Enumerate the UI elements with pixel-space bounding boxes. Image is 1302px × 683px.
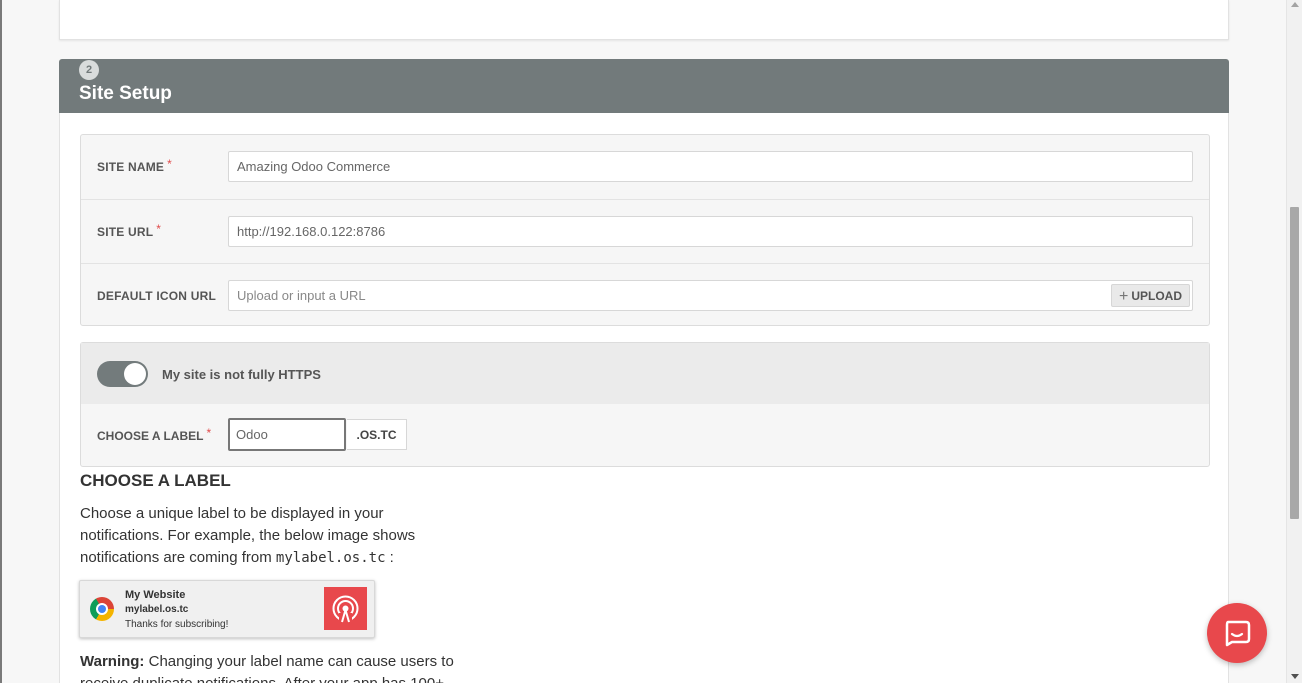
step-badge: 2 (79, 60, 99, 80)
warning-text: Warning: Changing your label name can ca… (80, 653, 454, 683)
site-setup-header: 2 Site Setup (59, 59, 1229, 113)
notification-domain: mylabel.os.tc (125, 604, 189, 615)
label-domain-suffix: .OS.TC (347, 419, 407, 450)
https-toggle-switch[interactable] (97, 361, 148, 387)
scroll-thumb[interactable] (1290, 207, 1299, 519)
upload-label: UPLOAD (1131, 289, 1182, 303)
vertical-scrollbar[interactable] (1286, 0, 1302, 683)
scroll-up-arrow-icon[interactable] (1291, 2, 1299, 7)
chrome-icon (90, 597, 114, 621)
example-notification: My Website mylabel.os.tc Thanks for subs… (79, 580, 375, 638)
warning-label: Warning: (80, 653, 145, 670)
label-input[interactable] (228, 418, 346, 451)
help-heading: CHOOSE A LABEL (80, 471, 231, 490)
https-toggle-label: My site is not fully HTTPS (162, 367, 321, 382)
toggle-knob (124, 363, 146, 385)
scroll-down-arrow-icon[interactable] (1291, 674, 1299, 679)
section-title: Site Setup (79, 83, 172, 104)
help-text: Choose a unique label to be displayed in… (80, 505, 416, 566)
site-url-input[interactable] (228, 216, 1193, 247)
required-marker: * (206, 426, 212, 440)
plus-icon: + (1118, 288, 1129, 305)
example-label-code: mylabel.os.tc (275, 550, 386, 566)
required-marker: * (167, 157, 173, 171)
default-icon-url-label: DEFAULT ICON URL (97, 289, 216, 303)
broadcast-icon (324, 587, 367, 630)
previous-section-card (59, 0, 1229, 40)
chat-button[interactable] (1207, 603, 1267, 663)
default-icon-url-row: DEFAULT ICON URL +UPLOAD (81, 263, 1209, 325)
notification-message: Thanks for subscribing! (125, 619, 229, 630)
window-edge (0, 0, 2, 683)
upload-button[interactable]: + UPLOAD (1111, 284, 1190, 307)
site-url-label: SITE URL * (97, 222, 162, 239)
https-settings-box: My site is not fully HTTPS CHOOSE A LABE… (80, 342, 1210, 467)
site-name-label: SITE NAME * (97, 157, 173, 174)
required-marker: * (156, 222, 162, 236)
site-info-form: SITE NAME* SITE URL* DEFAULT ICON URL +U… (80, 134, 1210, 326)
default-icon-url-input[interactable] (228, 280, 1193, 311)
site-name-input[interactable] (228, 151, 1193, 182)
site-url-row: SITE URL * (81, 199, 1209, 263)
https-toggle-row: My site is not fully HTTPS (81, 343, 1209, 404)
site-setup-body: SITE NAME* SITE URL* DEFAULT ICON URL +U… (59, 113, 1229, 683)
notification-title: My Website (125, 589, 186, 601)
chat-icon (1225, 620, 1251, 647)
choose-label-label: CHOOSE A LABEL * (97, 426, 212, 443)
site-name-row: SITE NAME * (81, 135, 1209, 199)
